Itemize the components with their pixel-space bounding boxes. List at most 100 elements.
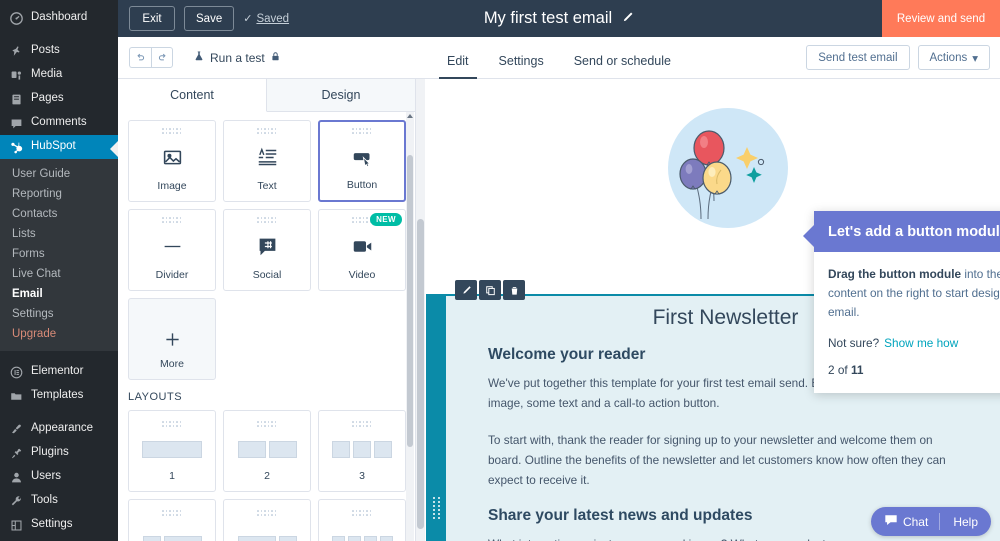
scrollbar-thumb[interactable] [417, 219, 424, 529]
saved-label[interactable]: Saved [256, 13, 289, 25]
layout-tile-6[interactable] [318, 499, 406, 541]
module-tile-more[interactable]: More [128, 298, 216, 380]
layout-tile-2[interactable]: 2 [223, 410, 311, 492]
sidebar-item-label: Users [31, 470, 62, 483]
module-hover-toolbar [455, 280, 525, 300]
sidebar-item-plugins[interactable]: Plugins [0, 441, 118, 465]
actions-label: Actions [929, 51, 968, 64]
sidebar-item-label: Plugins [31, 446, 69, 459]
sidebar-item-tools[interactable]: Tools [0, 489, 118, 513]
layouts-heading: LAYOUTS [128, 391, 183, 403]
module-tile-video[interactable]: NEW Video [318, 209, 406, 291]
submenu-item-lists[interactable]: Lists [0, 224, 118, 244]
module-label: Text [257, 180, 277, 192]
tooltip-body: Drag the button module into the email co… [814, 252, 1000, 393]
submenu-item-forms[interactable]: Forms [0, 244, 118, 264]
edit-module-button[interactable] [455, 280, 477, 300]
tab-design[interactable]: Design [267, 79, 415, 112]
step-prefix: 2 of [828, 363, 851, 377]
submenu-item-live-chat[interactable]: Live Chat [0, 264, 118, 284]
duplicate-module-button[interactable] [479, 280, 501, 300]
delete-module-button[interactable] [503, 280, 525, 300]
sidebar-item-hubspot[interactable]: HubSpot [0, 135, 118, 159]
save-button[interactable]: Save [184, 6, 235, 31]
show-me-how-link[interactable]: Show me how [884, 336, 958, 350]
help-button[interactable]: Help [940, 515, 991, 529]
submenu-item-user-guide[interactable]: User Guide [0, 164, 118, 184]
sidebar-item-label: Settings [31, 518, 73, 531]
module-label: Social [252, 269, 282, 281]
tooltip-text-bold: Drag the button module [828, 267, 962, 281]
submenu-item-upgrade[interactable]: Upgrade [0, 324, 118, 344]
brush-icon [9, 422, 24, 437]
media-icon [9, 68, 24, 83]
module-tile-text[interactable]: Text [223, 120, 311, 202]
sidebar-divider-3 [0, 408, 118, 417]
drag-dots-icon [257, 421, 277, 428]
module-tile-divider[interactable]: Divider [128, 209, 216, 291]
sidebar-item-users[interactable]: Users [0, 465, 118, 489]
sidebar-item-dashboard[interactable]: Dashboard [0, 6, 118, 30]
canvas-scrollbar[interactable] [416, 79, 425, 541]
scroll-up-arrow-icon[interactable] [407, 114, 413, 118]
saved-status: ✓ Saved [243, 12, 289, 26]
settings-icon [9, 518, 24, 533]
sidebar-item-posts[interactable]: Posts [0, 39, 118, 63]
sidebar-item-label: Posts [31, 44, 60, 57]
drag-dots-icon [162, 128, 182, 135]
submenu-item-contacts[interactable]: Contacts [0, 204, 118, 224]
module-tile-image[interactable]: Image [128, 120, 216, 202]
module-tile-social[interactable]: Social [223, 209, 311, 291]
send-test-email-button[interactable]: Send test email [806, 45, 910, 70]
layout-tile-4[interactable] [128, 499, 216, 541]
tab-content[interactable]: Content [118, 79, 267, 112]
drag-dots-icon [352, 421, 372, 428]
layout-preview [332, 428, 392, 470]
chat-button[interactable]: Chat [871, 513, 939, 530]
review-and-send-button[interactable]: Review and send [882, 0, 1000, 37]
exit-button[interactable]: Exit [129, 6, 175, 31]
sidebar-item-elementor[interactable]: Elementor [0, 360, 118, 384]
layout-preview [142, 428, 202, 470]
panel-tabs: Content Design [118, 79, 415, 112]
editor-body: Content Design Image Text Button Divider… [118, 79, 1000, 541]
drag-dots-icon [257, 510, 277, 517]
module-label: Button [346, 179, 378, 191]
sidebar-item-pages[interactable]: Pages [0, 87, 118, 111]
submenu-item-email[interactable]: Email [0, 284, 118, 304]
module-label: Image [157, 180, 187, 192]
subbar-actions: Send test email Actions ▾ [806, 45, 990, 70]
actions-dropdown-button[interactable]: Actions ▾ [917, 45, 990, 70]
submenu-item-settings[interactable]: Settings [0, 304, 118, 324]
tab-settings[interactable]: Settings [499, 54, 544, 79]
sidebar-item-media[interactable]: Media [0, 63, 118, 87]
module-tile-button[interactable]: Button [318, 120, 406, 202]
folder-icon [9, 389, 24, 404]
tooltip-header: Let's add a button module ✕ [814, 211, 1000, 252]
step-total: 11 [850, 363, 864, 377]
drag-handle[interactable] [433, 497, 440, 519]
layout-tile-1[interactable]: 1 [128, 410, 216, 492]
drag-dots-icon [352, 510, 372, 517]
editor-topbar: Exit Save ✓ Saved My first test email Re… [118, 0, 1000, 37]
chevron-down-icon: ▾ [972, 52, 978, 65]
user-icon [9, 470, 24, 485]
scrollbar-thumb[interactable] [407, 155, 413, 447]
drag-dots-icon [352, 217, 372, 224]
sidebar-item-templates[interactable]: Templates [0, 384, 118, 408]
plug-icon [9, 446, 24, 461]
sidebar-item-settings[interactable]: Settings [0, 513, 118, 537]
submenu-item-reporting[interactable]: Reporting [0, 184, 118, 204]
pencil-icon[interactable] [621, 11, 634, 27]
sidebar-item-comments[interactable]: Comments [0, 111, 118, 135]
module-grid: Image Text Button Divider Social NEW Vid… [128, 120, 407, 380]
comment-icon [9, 116, 24, 131]
sidebar-item-appearance[interactable]: Appearance [0, 417, 118, 441]
layout-tile-5[interactable] [223, 499, 311, 541]
tab-edit[interactable]: Edit [439, 54, 476, 80]
layout-tile-3[interactable]: 3 [318, 410, 406, 492]
tooltip-text: Drag the button module into the email co… [828, 265, 1000, 322]
sidebar-item-label: Dashboard [31, 11, 88, 24]
panel-scrollbar[interactable] [406, 112, 414, 541]
tab-send-or-schedule[interactable]: Send or schedule [574, 54, 671, 79]
